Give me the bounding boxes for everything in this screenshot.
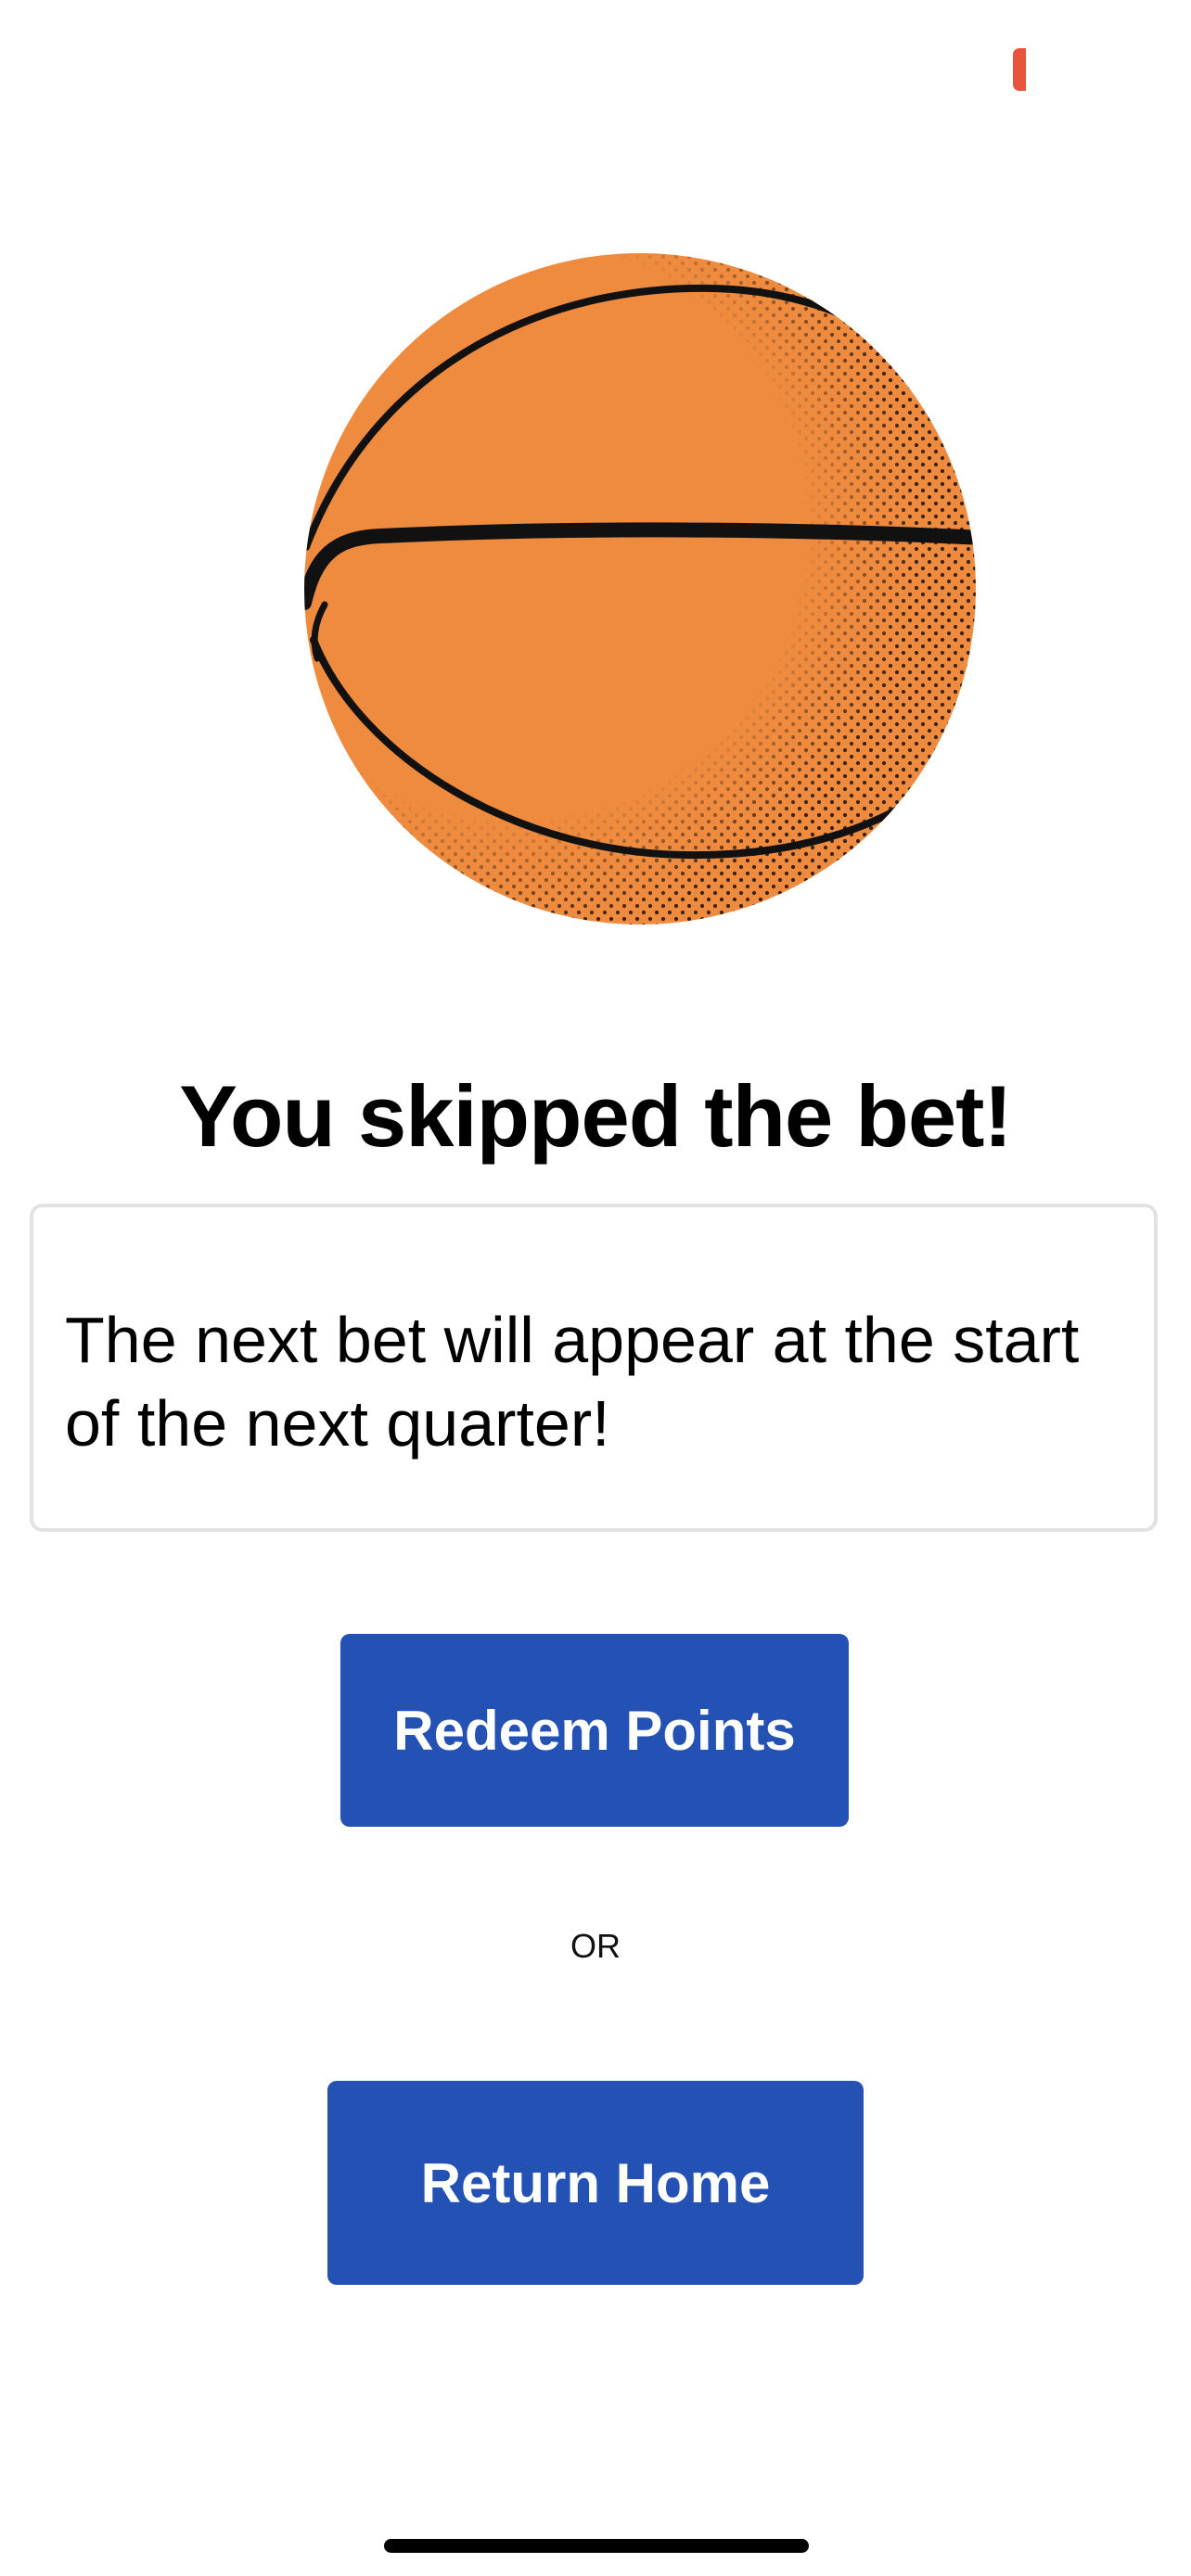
- basketball-illustration: [297, 241, 983, 927]
- return-home-button[interactable]: Return Home: [327, 2081, 864, 2285]
- bet-skipped-screen: You skipped the bet! The next bet will a…: [0, 0, 1191, 2576]
- home-indicator[interactable]: [384, 2539, 809, 2553]
- info-message-box: The next bet will appear at the start of…: [30, 1204, 1158, 1532]
- or-separator: OR: [570, 1927, 621, 1965]
- redeem-points-button[interactable]: Redeem Points: [340, 1634, 849, 1827]
- page-title: You skipped the bet!: [179, 1067, 1012, 1165]
- info-message-text: The next bet will appear at the start of…: [65, 1304, 1080, 1460]
- basketball-icon: [304, 253, 976, 925]
- status-indicator: [1013, 48, 1026, 91]
